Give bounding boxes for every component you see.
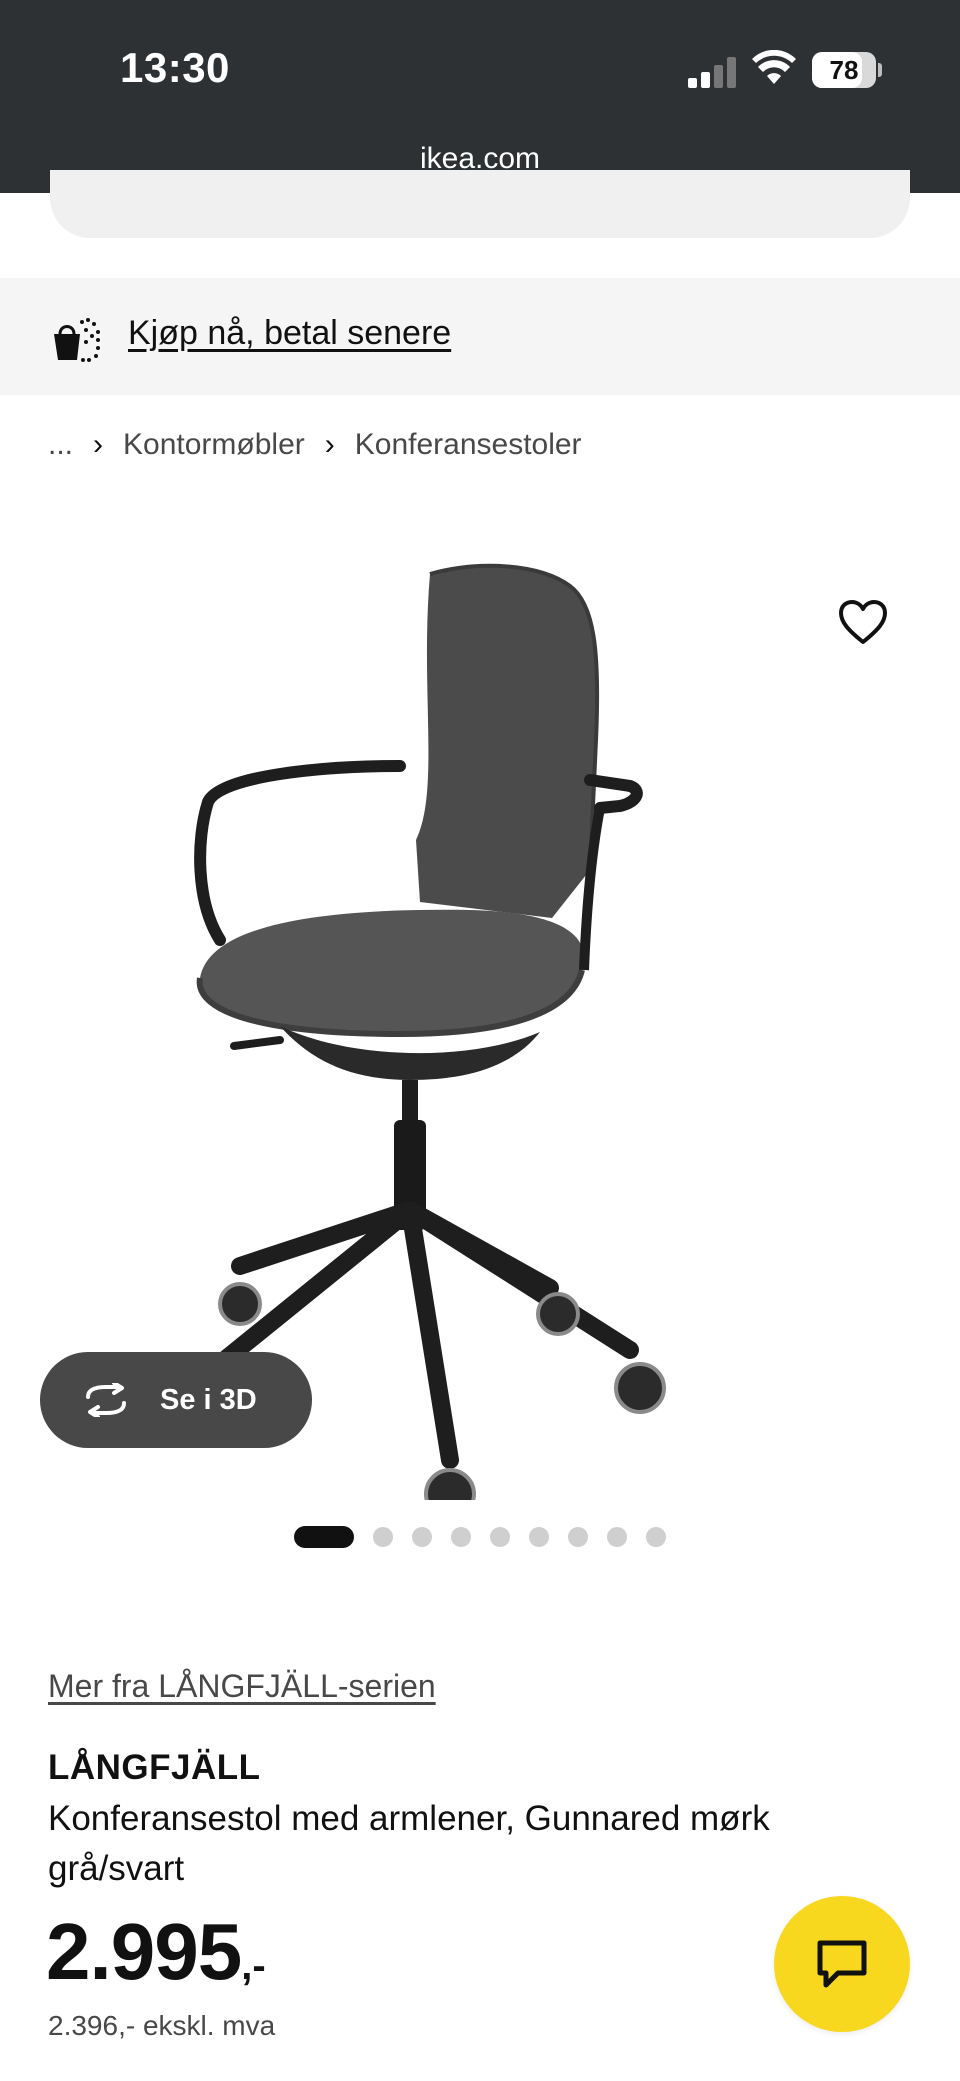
product-price: 2.995,- — [46, 1906, 266, 1998]
carousel-dot-active[interactable] — [294, 1526, 354, 1548]
carousel-dot[interactable] — [568, 1527, 588, 1547]
price-suffix: ,- — [241, 1944, 266, 1988]
breadcrumb-item-ellipsis[interactable]: ... — [48, 428, 73, 462]
series-link[interactable]: Mer fra LÅNGFJÄLL-serien — [48, 1668, 436, 1705]
carousel-dot[interactable] — [646, 1527, 666, 1547]
view-3d-button[interactable]: Se i 3D — [40, 1352, 312, 1448]
carousel-dot[interactable] — [607, 1527, 627, 1547]
rotate-3d-icon — [86, 1383, 126, 1417]
status-time: 13:30 — [120, 44, 230, 91]
promo-banner: Kjøp nå, betal senere — [0, 278, 960, 395]
carousel-dot[interactable] — [373, 1527, 393, 1547]
carousel-dot[interactable] — [412, 1527, 432, 1547]
breadcrumb-item-office-furniture[interactable]: Kontormøbler — [123, 428, 305, 462]
chevron-right-icon: › — [93, 428, 104, 461]
chat-button[interactable] — [774, 1896, 910, 2032]
heart-icon[interactable] — [838, 600, 888, 646]
shopping-bag-icon — [54, 318, 100, 362]
buy-now-pay-later-link[interactable]: Kjøp nå, betal senere — [128, 314, 451, 353]
breadcrumb-item-conference-chairs[interactable]: Konferansestoler — [355, 428, 582, 462]
carousel-dot[interactable] — [451, 1527, 471, 1547]
chat-icon — [817, 1940, 867, 1988]
carousel-dot[interactable] — [529, 1527, 549, 1547]
chevron-right-icon: › — [324, 428, 335, 461]
breadcrumb: ... › Kontormøbler › Konferansestoler — [48, 428, 582, 462]
battery-nub — [878, 63, 882, 77]
product-description: Konferansestol med armlener, Gunnared mø… — [48, 1799, 770, 1888]
search-input[interactable] — [50, 170, 910, 238]
battery-icon: 78 — [812, 52, 876, 88]
wifi-icon — [752, 50, 796, 84]
price-ex-vat: 2.396,- ekskl. mva — [48, 2010, 276, 2041]
carousel-dot[interactable] — [490, 1527, 510, 1547]
product-name: LÅNGFJÄLL — [48, 1748, 261, 1787]
status-bar: 13:30 78 ikea.com — [0, 0, 960, 193]
price-main: 2.995 — [46, 1907, 242, 1996]
signal-icon — [688, 56, 736, 88]
battery-percent: 78 — [829, 55, 859, 85]
view-3d-label: Se i 3D — [160, 1383, 257, 1416]
carousel-indicator — [294, 1526, 685, 1548]
